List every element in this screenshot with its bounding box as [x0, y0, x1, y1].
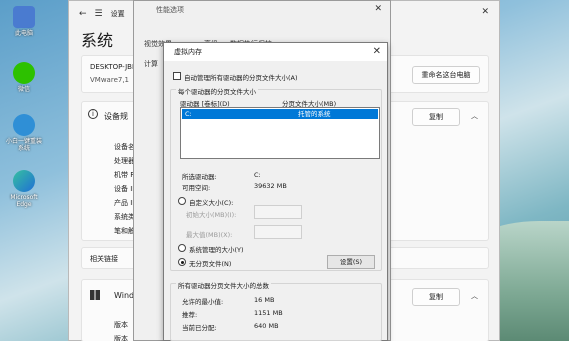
computer-icon: [13, 6, 35, 28]
initial-size-label: 初始大小(MB)(I):: [186, 211, 237, 219]
drive-letter: C:: [185, 110, 192, 118]
auto-manage-label: 自动管理所有驱动器的分页文件大小(A): [184, 74, 298, 82]
perf-tab-content-label: 计算: [144, 60, 158, 68]
set-button[interactable]: 设置(S): [327, 255, 375, 269]
edge-icon: [13, 170, 35, 192]
max-size-input[interactable]: [254, 225, 302, 239]
menu-icon[interactable]: ☰: [95, 9, 103, 19]
totals-title: 所有驱动器分页文件大小的总数: [176, 280, 271, 290]
spec-label: 系统类: [114, 213, 135, 221]
close-icon[interactable]: ✕: [481, 7, 489, 17]
copy-windows-specs-button[interactable]: 复制: [412, 288, 460, 306]
info-icon: i: [88, 109, 98, 119]
win-label: 版本: [114, 321, 128, 329]
desktop-icon-label: 此电脑: [14, 30, 33, 37]
chevron-up-icon[interactable]: ︿: [471, 291, 478, 301]
custom-size-label: 自定义大小(C):: [189, 199, 234, 207]
windows-logo-icon: [90, 290, 100, 300]
drive-listbox[interactable]: C: 托管的系统: [180, 107, 380, 159]
min-allowed-value: 16 MB: [254, 296, 275, 304]
back-arrow-icon[interactable]: ←: [79, 9, 87, 19]
performance-options-title: 性能选项: [156, 6, 184, 14]
device-name: DESKTOP-JBIR: [90, 63, 139, 71]
initial-size-input[interactable]: [254, 205, 302, 219]
dialog-title: 虚拟内存: [164, 43, 387, 61]
selected-drive-value: C:: [254, 171, 261, 179]
selected-drive-label: 所选驱动器:: [182, 173, 217, 181]
current-allocated-label: 当前已分配:: [182, 324, 217, 332]
min-allowed-label: 允许的最小值:: [182, 298, 224, 306]
desktop-icon-label: 微信: [17, 86, 30, 93]
spec-label: 笔和触: [114, 227, 135, 235]
spec-label: 处理器: [114, 157, 135, 165]
related-links-label: 相关链接: [90, 255, 118, 263]
max-size-label: 最大值(MB)(X):: [186, 231, 233, 239]
system-managed-label: 系统管理的大小(Y): [189, 246, 244, 254]
win-label: 版本: [114, 335, 128, 341]
device-model: VMware7,1: [90, 76, 130, 84]
custom-size-radio[interactable]: [178, 197, 186, 205]
desktop-icon-wechat[interactable]: 微信: [6, 62, 42, 93]
virtual-memory-dialog: 虚拟内存 ✕ 自动管理所有驱动器的分页文件大小(A) 每个驱动器的分页文件大小 …: [163, 42, 388, 341]
close-icon[interactable]: ✕: [374, 4, 382, 14]
recommended-value: 1151 MB: [254, 309, 283, 317]
copy-specs-button[interactable]: 复制: [412, 108, 460, 126]
desktop-icon-this-pc[interactable]: 此电脑: [6, 6, 42, 37]
device-specs-title: 设备规: [104, 112, 128, 121]
desktop-icon-edge[interactable]: Microsoft Edge: [6, 170, 42, 208]
drive-row[interactable]: C: 托管的系统: [182, 109, 378, 119]
desktop-icon-label: Microsoft Edge: [10, 194, 38, 208]
no-paging-label: 无分页文件(N): [189, 260, 232, 268]
current-allocated-value: 640 MB: [254, 322, 279, 330]
desktop-icon-label: 小白一键重装系统: [6, 138, 43, 152]
system-managed-radio[interactable]: [178, 244, 186, 252]
reinstall-tool-icon: [13, 114, 35, 136]
per-drive-title: 每个驱动器的分页文件大小: [176, 86, 258, 96]
spec-label: 设备名: [114, 143, 135, 151]
spec-label: 机带 R: [114, 171, 136, 179]
free-space-value: 39632 MB: [254, 182, 287, 190]
recommended-label: 推荐:: [182, 311, 198, 319]
desktop-icon-reinstall-tool[interactable]: 小白一键重装系统: [6, 114, 42, 152]
rename-pc-button[interactable]: 重命名这台电脑: [412, 66, 480, 84]
free-space-label: 可用空间:: [182, 184, 211, 192]
chevron-up-icon[interactable]: ︿: [471, 111, 478, 121]
page-title: 系统: [81, 31, 114, 50]
window-title: 设置: [110, 10, 125, 18]
wechat-icon: [13, 62, 35, 84]
no-paging-radio[interactable]: [178, 258, 186, 266]
drive-size: 托管的系统: [298, 110, 331, 118]
auto-manage-checkbox[interactable]: [173, 72, 181, 80]
close-icon[interactable]: ✕: [373, 46, 381, 57]
